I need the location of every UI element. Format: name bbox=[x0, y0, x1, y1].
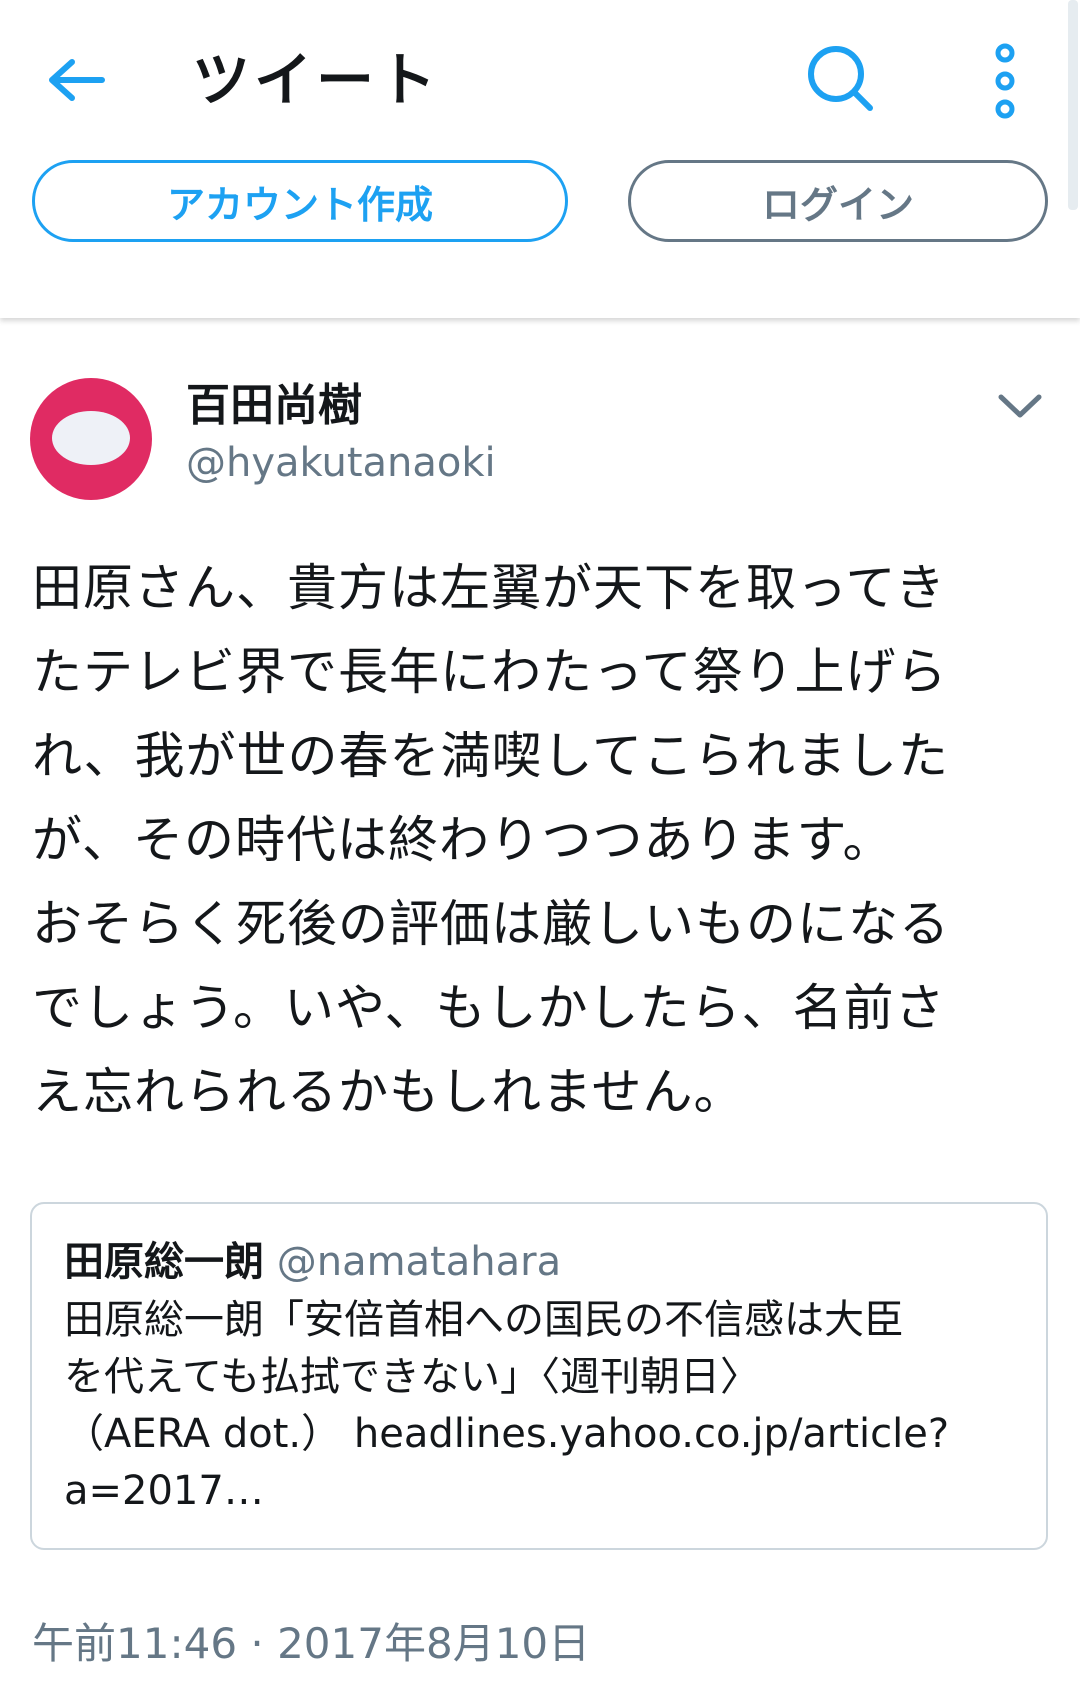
more-vertical-icon bbox=[995, 43, 1015, 119]
back-button[interactable] bbox=[40, 48, 112, 112]
app-header: ツイート アカウント作成 ログイン bbox=[0, 0, 1080, 318]
arrow-left-icon bbox=[49, 59, 105, 101]
more-options-button[interactable] bbox=[980, 38, 1030, 124]
tweet-text-line: え忘れられるかもしれません。 bbox=[32, 1063, 745, 1121]
quoted-text-line: a=2017… bbox=[64, 1468, 264, 1514]
avatar-image bbox=[52, 411, 130, 465]
search-button[interactable] bbox=[800, 38, 880, 118]
search-icon bbox=[808, 46, 873, 111]
login-button[interactable]: ログイン bbox=[628, 160, 1048, 242]
quoted-author-handle: @namatahara bbox=[276, 1239, 562, 1285]
quoted-text-line: （AERA dot.） headlines.yahoo.co.jp/articl… bbox=[64, 1411, 950, 1457]
tweet-timestamp[interactable]: 午前11:46 · 2017年8月10日 bbox=[32, 1614, 590, 1674]
scrollbar[interactable] bbox=[1068, 0, 1078, 210]
author-handle[interactable]: @hyakutanaoki bbox=[186, 435, 496, 491]
quoted-tweet-card[interactable]: 田原総一朗 @namatahara 田原総一朗「安倍首相への国民の不信感は大臣 … bbox=[30, 1202, 1048, 1550]
tweet-text-line: 田原さん、貴方は左翼が天下を取ってき bbox=[32, 559, 946, 617]
chevron-down-icon bbox=[998, 394, 1042, 418]
page-title: ツイート bbox=[192, 46, 441, 114]
quoted-tweet-header: 田原総一朗 @namatahara bbox=[64, 1234, 561, 1290]
quoted-author-name: 田原総一朗 bbox=[64, 1239, 264, 1285]
avatar[interactable] bbox=[30, 378, 152, 500]
tweet-text-line: れ、我が世の春を満喫してこられました bbox=[32, 727, 949, 785]
tweet-options-button[interactable] bbox=[994, 380, 1046, 432]
create-account-button[interactable]: アカウント作成 bbox=[32, 160, 568, 242]
author-display-name[interactable]: 百田尚樹 bbox=[186, 376, 362, 436]
tweet-text-line: たテレビ界で長年にわたって祭り上げら bbox=[32, 643, 948, 701]
quoted-tweet-text: 田原総一朗「安倍首相への国民の不信感は大臣 を代えても払拭できない」〈週刊朝日〉… bbox=[64, 1292, 1024, 1520]
tweet-text-line: おそらく死後の評価は厳しいものになる bbox=[32, 895, 950, 953]
tweet-text-line: でしょう。いや、もしかしたら、名前さ bbox=[32, 979, 946, 1037]
quoted-text-line: 田原総一朗「安倍首相への国民の不信感は大臣 bbox=[64, 1297, 904, 1343]
tweet-text-line: が、その時代は終わりつつあります。 bbox=[32, 811, 894, 869]
quoted-text-line: を代えても払拭できない」〈週刊朝日〉 bbox=[64, 1354, 760, 1400]
tweet-text: 田原さん、貴方は左翼が天下を取ってき たテレビ界で長年にわたって祭り上げら れ、… bbox=[32, 546, 1062, 1134]
